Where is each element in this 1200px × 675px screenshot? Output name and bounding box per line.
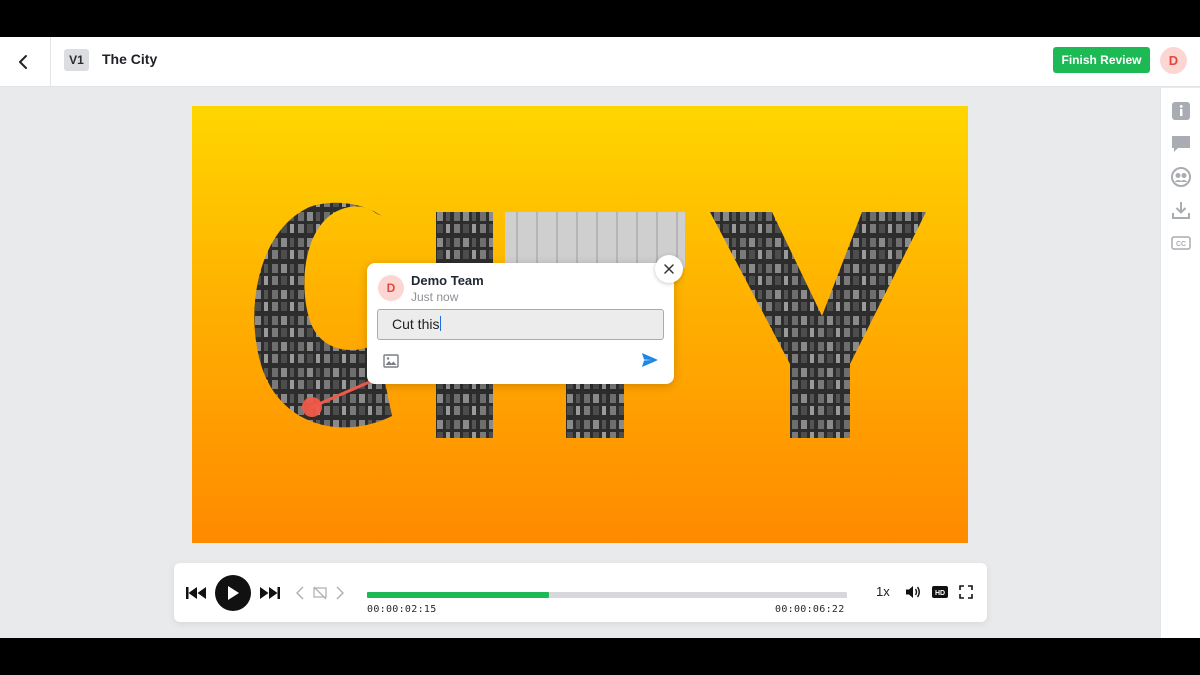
- cc-label: CC: [1176, 241, 1186, 248]
- close-icon: [664, 264, 674, 274]
- header-divider: [50, 37, 51, 87]
- project-title: The City: [102, 51, 158, 67]
- fullscreen-button[interactable]: [957, 583, 975, 601]
- hd-icon: HD: [932, 586, 948, 598]
- letterbox-top: [0, 0, 1200, 37]
- chevron-left-icon: [296, 586, 304, 600]
- chevron-left-icon: [19, 55, 27, 69]
- current-time: 00:00:02:15: [367, 604, 437, 615]
- letterbox-bottom: [0, 638, 1200, 675]
- header: V1 The City Finish Review D: [0, 37, 1200, 87]
- back-button[interactable]: [8, 47, 40, 77]
- image-icon: [383, 354, 399, 368]
- play-button[interactable]: [215, 575, 251, 611]
- comment-timestamp: Just now: [411, 290, 459, 304]
- comment-icon: [1172, 136, 1190, 152]
- comment-author-name: Demo Team: [411, 273, 484, 288]
- letter-y: [710, 212, 926, 438]
- play-icon: [228, 586, 239, 600]
- hd-label: HD: [935, 590, 945, 597]
- fullscreen-icon: [959, 585, 973, 599]
- info-icon: [1172, 102, 1190, 120]
- previous-comment-button[interactable]: [293, 584, 307, 602]
- cc-icon: CC: [1171, 236, 1191, 250]
- comment-popover: D Demo Team Just now Cut this: [367, 263, 674, 384]
- rewind-button[interactable]: [185, 583, 207, 603]
- annotation-marker: [302, 397, 322, 417]
- finish-review-button[interactable]: Finish Review: [1053, 47, 1150, 73]
- comment-author-avatar: D: [378, 275, 404, 301]
- group-icon: [1171, 167, 1191, 187]
- captions-button[interactable]: CC: [1170, 232, 1192, 254]
- send-icon: [642, 353, 658, 367]
- version-badge[interactable]: V1: [64, 49, 89, 71]
- fast-forward-icon: [260, 587, 280, 599]
- progress-fill: [367, 592, 549, 598]
- send-comment-button[interactable]: [641, 351, 659, 369]
- volume-icon: [906, 586, 920, 598]
- download-icon: [1172, 202, 1190, 219]
- volume-button[interactable]: [904, 583, 922, 601]
- comment-input-value: Cut this: [392, 316, 440, 332]
- fast-forward-button[interactable]: [259, 583, 281, 603]
- hd-quality-button[interactable]: HD: [931, 584, 949, 600]
- chevron-right-icon: [336, 586, 344, 600]
- comments-button[interactable]: [1170, 133, 1192, 155]
- playback-speed-button[interactable]: 1x: [876, 584, 890, 599]
- rewind-icon: [186, 587, 206, 599]
- download-button[interactable]: [1170, 199, 1192, 221]
- collaborators-button[interactable]: [1170, 166, 1192, 188]
- attach-image-button[interactable]: [383, 354, 399, 368]
- comment-marker-toggle[interactable]: [311, 584, 329, 602]
- review-app: V1 The City Finish Review D CC D Demo Te…: [0, 37, 1200, 638]
- comment-off-icon: [313, 586, 327, 600]
- info-button[interactable]: [1170, 100, 1192, 122]
- next-comment-button[interactable]: [333, 584, 347, 602]
- right-sidebar: CC: [1160, 88, 1200, 638]
- close-comment-button[interactable]: [655, 255, 683, 283]
- total-duration: 00:00:06:22: [775, 604, 845, 615]
- progress-bar[interactable]: [367, 592, 847, 598]
- text-caret: [440, 316, 442, 331]
- comment-input[interactable]: Cut this: [377, 309, 664, 340]
- user-avatar[interactable]: D: [1160, 47, 1187, 74]
- player-controls: 00:00:02:15 00:00:06:22 1x HD: [174, 563, 987, 622]
